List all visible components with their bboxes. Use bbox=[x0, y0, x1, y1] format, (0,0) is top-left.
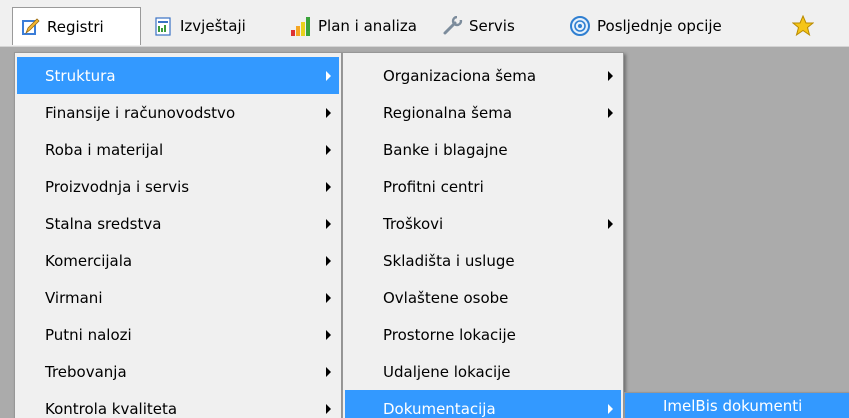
menu-item-proizvodnja[interactable]: Proizvodnja i servis bbox=[17, 168, 339, 205]
menu-item-label: Virmani bbox=[45, 288, 103, 307]
menu-item-label: Banke i blagajne bbox=[383, 140, 508, 159]
submenu-arrow-icon bbox=[326, 255, 331, 266]
menu-item-trebovanja[interactable]: Trebovanja bbox=[17, 353, 339, 390]
menu-item-label: Dokumentacija bbox=[383, 399, 496, 418]
menu-servis[interactable]: Servis bbox=[441, 7, 515, 45]
menu-registri-label: Registri bbox=[47, 17, 104, 36]
menu-item-label: Profitni centri bbox=[383, 177, 484, 196]
menu-item-label: Organizaciona šema bbox=[383, 66, 537, 85]
history-icon bbox=[569, 15, 591, 37]
menu-servis-label: Servis bbox=[469, 17, 515, 35]
menu-item-dokumentacija[interactable]: Dokumentacija bbox=[345, 390, 621, 418]
submenu-arrow-icon bbox=[326, 292, 331, 303]
menu-item-organizaciona-sema[interactable]: Organizaciona šema bbox=[345, 57, 621, 94]
menu-izvjestaji[interactable]: Izvještaji bbox=[152, 7, 246, 45]
menu-item-komercijala[interactable]: Komercijala bbox=[17, 242, 339, 279]
menu-plan-i-analiza[interactable]: Plan i analiza bbox=[290, 7, 417, 45]
menu-item-regionalna-sema[interactable]: Regionalna šema bbox=[345, 94, 621, 131]
menu-item-label: ImelBis dokumenti bbox=[663, 397, 803, 415]
menu-item-ovlastene-osobe[interactable]: Ovlaštene osobe bbox=[345, 279, 621, 316]
menu-item-label: Ovlaštene osobe bbox=[383, 288, 509, 307]
menu-item-label: Roba i materijal bbox=[45, 140, 164, 159]
submenu-arrow-icon bbox=[326, 218, 331, 229]
menu-item-label: Proizvodnja i servis bbox=[45, 177, 190, 196]
menu-izvjestaji-label: Izvještaji bbox=[180, 17, 246, 35]
wrench-icon bbox=[441, 15, 463, 37]
submenu-arrow-icon bbox=[326, 70, 331, 81]
menu-item-virmani[interactable]: Virmani bbox=[17, 279, 339, 316]
menu-item-label: Finansije i računovodstvo bbox=[45, 103, 236, 122]
submenu-arrow-icon bbox=[608, 70, 613, 81]
submenu-arrow-icon bbox=[608, 107, 613, 118]
menu-item-troskovi[interactable]: Troškovi bbox=[345, 205, 621, 242]
submenu-arrow-icon bbox=[326, 144, 331, 155]
menu-item-label: Komercijala bbox=[45, 251, 133, 270]
menu-item-stalna-sredstva[interactable]: Stalna sredstva bbox=[17, 205, 339, 242]
menu-item-label: Troškovi bbox=[383, 214, 444, 233]
submenu-arrow-icon bbox=[326, 181, 331, 192]
star-icon bbox=[792, 15, 814, 37]
menu-item-label: Regionalna šema bbox=[383, 103, 513, 122]
menu-posljednje-opcije-label: Posljednje opcije bbox=[597, 17, 722, 35]
menu-item-label: Stalna sredstva bbox=[45, 214, 162, 233]
struktura-submenu: Organizaciona šema Regionalna šema Banke… bbox=[342, 52, 624, 418]
submenu-arrow-icon bbox=[608, 403, 613, 414]
menu-registri[interactable]: Registri bbox=[12, 7, 141, 45]
submenu-arrow-icon bbox=[326, 107, 331, 118]
menu-item-label: Kontrola kvaliteta bbox=[45, 399, 178, 418]
submenu-arrow-icon bbox=[326, 403, 331, 414]
menu-item-label: Udaljene lokacije bbox=[383, 362, 511, 381]
menu-item-label: Struktura bbox=[45, 66, 116, 85]
menu-favorites[interactable] bbox=[792, 7, 820, 45]
menu-item-struktura[interactable]: Struktura bbox=[17, 57, 339, 94]
menu-item-banke-i-blagajne[interactable]: Banke i blagajne bbox=[345, 131, 621, 168]
menu-item-label: Prostorne lokacije bbox=[383, 325, 516, 344]
menu-item-roba[interactable]: Roba i materijal bbox=[17, 131, 339, 168]
menu-plan-i-analiza-label: Plan i analiza bbox=[318, 17, 417, 35]
menu-item-kontrola-kvaliteta[interactable]: Kontrola kvaliteta bbox=[17, 390, 339, 418]
menu-item-finansije[interactable]: Finansije i računovodstvo bbox=[17, 94, 339, 131]
menu-item-putni-nalozi[interactable]: Putni nalozi bbox=[17, 316, 339, 353]
submenu-arrow-icon bbox=[326, 329, 331, 340]
submenu-arrow-icon bbox=[608, 218, 613, 229]
menu-item-skladista-i-usluge[interactable]: Skladišta i usluge bbox=[345, 242, 621, 279]
menu-item-label: Skladišta i usluge bbox=[383, 251, 515, 270]
menu-item-udaljene-lokacije[interactable]: Udaljene lokacije bbox=[345, 353, 621, 390]
report-icon bbox=[152, 15, 174, 37]
submenu-arrow-icon bbox=[326, 366, 331, 377]
menu-item-profitni-centri[interactable]: Profitni centri bbox=[345, 168, 621, 205]
main-menu-bar: Registri Izvještaji Plan i analiza Servi… bbox=[0, 0, 849, 47]
pencil-icon bbox=[19, 16, 41, 38]
menu-item-prostorne-lokacije[interactable]: Prostorne lokacije bbox=[345, 316, 621, 353]
registri-dropdown: Struktura Finansije i računovodstvo Roba… bbox=[14, 52, 342, 418]
bar-chart-icon bbox=[290, 15, 312, 37]
dokumentacija-submenu: ImelBis dokumenti bbox=[624, 392, 849, 418]
menu-item-imelbis-dokumenti[interactable]: ImelBis dokumenti bbox=[625, 393, 849, 418]
menu-item-label: Trebovanja bbox=[45, 362, 127, 381]
menu-posljednje-opcije[interactable]: Posljednje opcije bbox=[569, 7, 722, 45]
menu-item-label: Putni nalozi bbox=[45, 325, 132, 344]
